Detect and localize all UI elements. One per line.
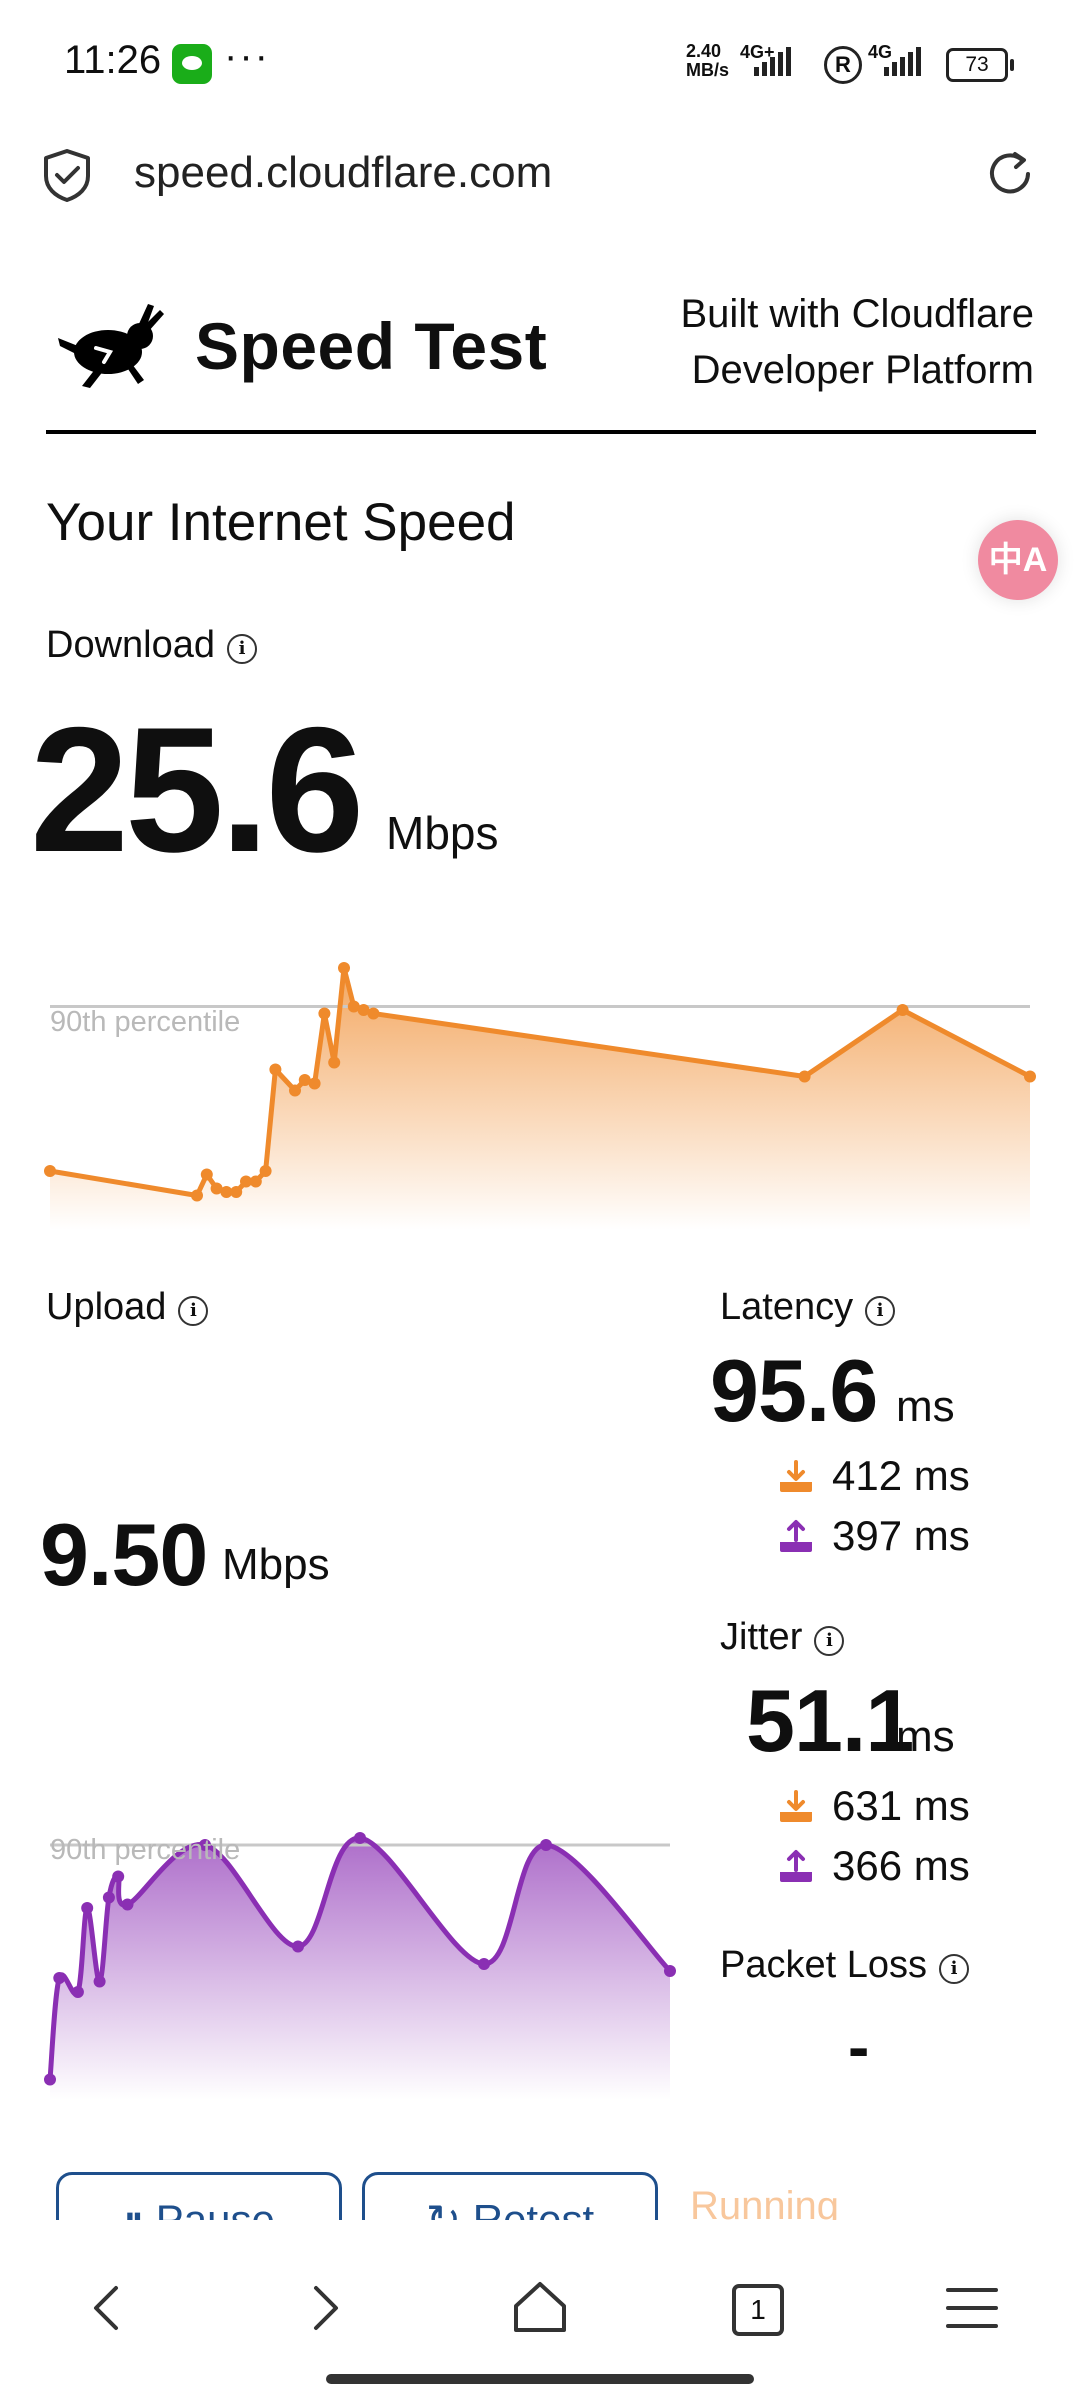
download-percentile-label: 90th percentile	[50, 1006, 241, 1038]
page-heading: Your Internet Speed	[46, 493, 516, 552]
download-chart-point	[200, 1168, 213, 1181]
download-chart	[44, 962, 1036, 1230]
download-chart-point	[798, 1070, 811, 1083]
upload-chart-point	[81, 1902, 94, 1914]
reload-icon[interactable]	[982, 146, 1038, 202]
download-chart-point	[191, 1189, 203, 1202]
controls-row: ⏸ Pause ↻ Retest Running	[0, 2150, 1080, 2220]
url-text[interactable]: speed.cloudflare.com	[134, 148, 552, 198]
download-chart-point	[269, 1063, 282, 1076]
download-chart-point	[367, 1007, 380, 1020]
upload-label: Upload i	[46, 1286, 209, 1329]
upload-arrow-icon	[780, 1520, 812, 1552]
forward-icon[interactable]	[284, 2268, 364, 2348]
upload-chart-point	[53, 1972, 66, 1984]
upload-chart-point	[102, 1891, 115, 1904]
jitter-download: 631 ms	[778, 1782, 970, 1830]
packet-loss-label: Packet Loss i	[720, 1944, 969, 1987]
jitter-label: Jitter i	[720, 1616, 845, 1659]
download-chart-point	[249, 1175, 262, 1188]
download-chart-point	[318, 1007, 331, 1020]
speed-test-title: Speed Test	[195, 309, 548, 383]
download-unit: Mbps	[386, 807, 499, 859]
upload-chart-point	[121, 1898, 134, 1911]
jitter-value: 51.1	[746, 1671, 914, 1770]
info-icon[interactable]: i	[814, 1626, 845, 1656]
translate-icon[interactable]: 中A	[978, 520, 1058, 600]
upload-chart-point	[292, 1940, 304, 1953]
info-icon[interactable]: i	[939, 1954, 969, 1984]
pause-button[interactable]: ⏸ Pause	[56, 2172, 342, 2220]
upload-chart-point	[44, 2073, 56, 2086]
home-icon[interactable]	[500, 2268, 580, 2348]
download-chart-point	[44, 1165, 56, 1177]
latency-unit: ms	[896, 1382, 955, 1431]
status-bar: 11:26 ··· 2.40 MB/s 4G+ R 4G 73	[0, 0, 1080, 120]
roaming-icon: R	[824, 46, 862, 84]
download-chart-point	[289, 1084, 301, 1097]
built-with-text[interactable]: Built with Cloudflare Developer Platform	[534, 286, 1035, 398]
retest-button[interactable]: ↻ Retest	[362, 2172, 658, 2220]
info-icon[interactable]: i	[178, 1296, 209, 1326]
download-chart-point	[1024, 1070, 1036, 1083]
download-arrow-icon	[780, 1460, 812, 1492]
download-chart-point	[308, 1077, 321, 1090]
upload-unit: Mbps	[222, 1540, 330, 1589]
upload-chart-area	[50, 1837, 670, 2100]
upload-chart-point	[478, 1958, 490, 1970]
battery-icon: 73	[946, 48, 1014, 82]
gesture-home-bar[interactable]	[326, 2374, 754, 2384]
running-status: Running	[690, 2184, 840, 2220]
upload-chart-point	[71, 1986, 84, 1998]
upload-arrow-icon	[780, 1850, 812, 1882]
menu-icon[interactable]	[932, 2268, 1012, 2348]
latency-download: 412 ms	[778, 1452, 970, 1500]
download-chart-point	[896, 1004, 909, 1016]
network-speed: 2.40 MB/s	[686, 41, 730, 80]
upload-chart-point	[540, 1839, 552, 1851]
latency-label: Latency i	[720, 1286, 896, 1329]
packet-loss-value: -	[848, 2011, 870, 2083]
signal-bars-icon	[754, 47, 791, 76]
wechat-icon	[172, 44, 212, 84]
tabs-button[interactable]: 1	[716, 2268, 796, 2348]
download-arrow-icon	[780, 1790, 812, 1822]
back-icon[interactable]	[68, 2268, 148, 2348]
upload-chart-point	[354, 1832, 366, 1844]
upload-chart-point	[664, 1965, 676, 1977]
jitter-upload: 366 ms	[778, 1842, 970, 1890]
download-label: Download i	[46, 624, 257, 667]
jitter-unit: ms	[896, 1712, 955, 1761]
latency-upload: 397 ms	[778, 1512, 970, 1560]
download-chart-point	[338, 962, 350, 974]
tabs-icon: 1	[732, 2284, 784, 2336]
info-icon[interactable]: i	[865, 1296, 896, 1326]
upload-chart-point	[112, 1870, 125, 1883]
latency-value: 95.6	[710, 1341, 878, 1440]
download-chart-point	[259, 1165, 272, 1177]
rabbit-logo-icon	[58, 304, 164, 388]
status-time: 11:26	[64, 38, 162, 82]
download-chart-point	[328, 1056, 341, 1069]
download-value: 25.6	[30, 690, 364, 889]
more-notifications-icon: ···	[224, 34, 270, 78]
secure-shield-icon[interactable]	[42, 148, 92, 202]
upload-value: 9.50	[40, 1505, 208, 1604]
signal-4g-plus: 4G+	[740, 42, 791, 76]
browser-nav-bar: 1	[0, 2220, 1080, 2400]
download-chart-point	[230, 1186, 243, 1198]
upload-percentile-label: 90th percentile	[50, 1834, 241, 1866]
signal-4g: 4G	[868, 42, 921, 76]
signal-bars-icon	[884, 47, 921, 76]
info-icon[interactable]: i	[227, 634, 257, 664]
upload-chart-point	[93, 1975, 106, 1988]
header-divider	[46, 430, 1036, 434]
